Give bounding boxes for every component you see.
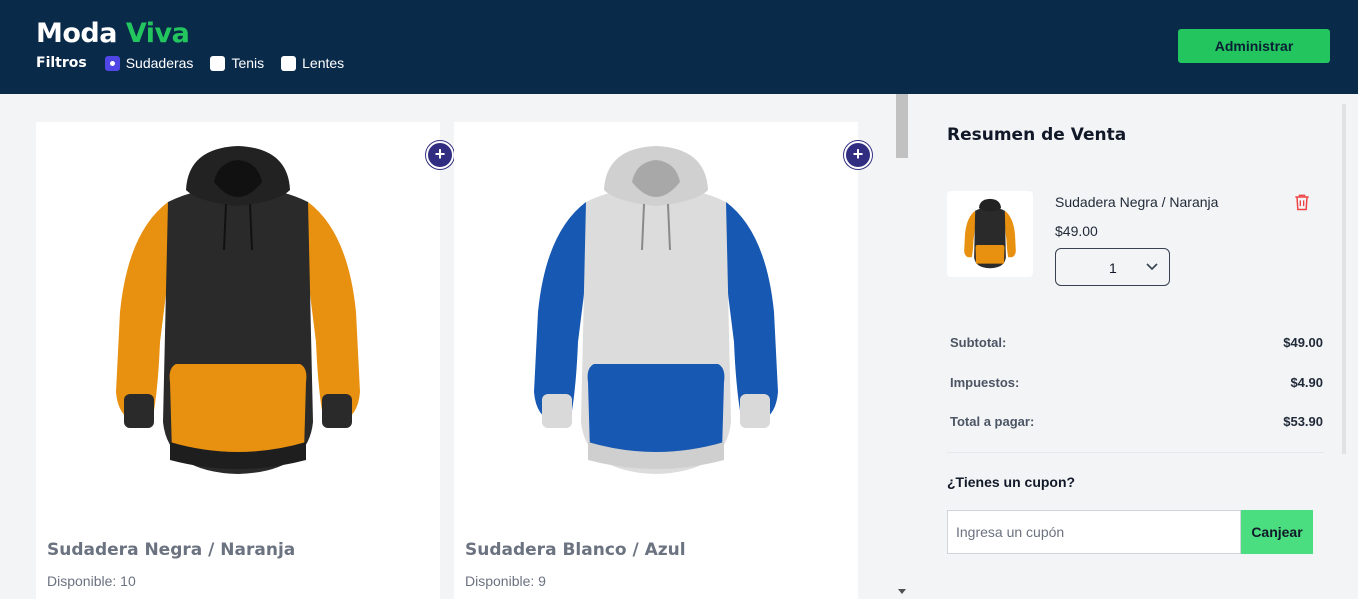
filter-tenis[interactable]: Tenis — [210, 55, 264, 71]
redeem-coupon-button[interactable]: Canjear — [1241, 510, 1313, 554]
hoodie-thumbnail-image — [964, 198, 1016, 269]
product-stock: Disponible: 10 — [47, 573, 136, 589]
cart-item-name: Sudadera Negra / Naranja — [1055, 194, 1219, 210]
filters-label: Filtros — [36, 55, 87, 71]
chevron-down-icon — [1146, 263, 1158, 271]
hoodie-image — [534, 146, 778, 474]
subtotal-label: Subtotal: — [950, 335, 1007, 350]
cart-item-thumbnail — [947, 191, 1033, 277]
filter-radio-lentes[interactable] — [281, 55, 297, 71]
subtotal-row: Subtotal: $49.00 — [950, 335, 1323, 350]
tax-row: Impuestos: $4.90 — [950, 375, 1323, 390]
sales-summary-panel: Resumen de Venta Sudadera Negra / Naranj… — [908, 94, 1358, 599]
filter-sudaderas[interactable]: Sudaderas — [104, 55, 194, 71]
total-value: $53.90 — [1283, 414, 1323, 429]
tax-value: $4.90 — [1290, 375, 1323, 390]
product-image — [454, 122, 858, 502]
product-image — [36, 122, 440, 502]
product-title[interactable]: Sudadera Negra / Naranja — [47, 540, 295, 560]
filter-label-sudaderas: Sudaderas — [125, 55, 194, 71]
product-grid: Sudadera Negra / Naranja Disponible: 10 … — [0, 94, 896, 599]
cart-item-price: $49.00 — [1055, 223, 1098, 239]
summary-divider — [947, 452, 1324, 453]
product-card: Sudadera Negra / Naranja Disponible: 10 — [36, 122, 440, 599]
filter-radio-tenis[interactable] — [210, 55, 226, 71]
scrollbar-thumb[interactable] — [896, 94, 908, 158]
brand-logo[interactable]: Moda Viva — [36, 18, 190, 49]
total-row: Total a pagar: $53.90 — [950, 414, 1323, 429]
add-to-cart-button[interactable]: + — [844, 141, 872, 169]
plus-icon: + — [852, 144, 864, 164]
tax-label: Impuestos: — [950, 375, 1020, 390]
brand-accent: Viva — [125, 18, 190, 49]
subtotal-value: $49.00 — [1283, 335, 1323, 350]
quantity-value: 1 — [1109, 260, 1117, 276]
total-label: Total a pagar: — [950, 414, 1035, 429]
summary-scrollbar[interactable] — [1340, 94, 1350, 599]
filter-label-lentes: Lentes — [302, 55, 345, 71]
trash-icon[interactable] — [1292, 192, 1312, 212]
coupon-question: ¿Tienes un cupon? — [947, 474, 1076, 490]
summary-scrollbar-thumb[interactable] — [1342, 104, 1346, 454]
top-header: Moda Viva Filtros Sudaderas Tenis Lentes… — [0, 0, 1358, 94]
admin-button[interactable]: Administrar — [1178, 29, 1330, 63]
filter-label-tenis: Tenis — [231, 55, 265, 71]
product-card: Sudadera Blanco / Azul Disponible: 9 — [454, 122, 858, 599]
filter-radio-sudaderas[interactable] — [104, 55, 120, 71]
summary-title: Resumen de Venta — [947, 125, 1127, 145]
filter-lentes[interactable]: Lentes — [281, 55, 344, 71]
scroll-down-arrow-icon[interactable] — [898, 589, 906, 594]
hoodie-image — [116, 146, 360, 474]
add-to-cart-button[interactable]: + — [426, 141, 454, 169]
product-title[interactable]: Sudadera Blanco / Azul — [465, 540, 686, 560]
coupon-input[interactable] — [947, 510, 1241, 554]
quantity-select[interactable]: 1 — [1055, 248, 1170, 286]
plus-icon: + — [434, 144, 446, 164]
product-stock: Disponible: 9 — [465, 573, 546, 589]
product-scrollbar[interactable] — [896, 94, 908, 599]
filters-bar: Filtros Sudaderas Tenis Lentes — [36, 54, 361, 72]
brand-name: Moda — [36, 18, 117, 49]
